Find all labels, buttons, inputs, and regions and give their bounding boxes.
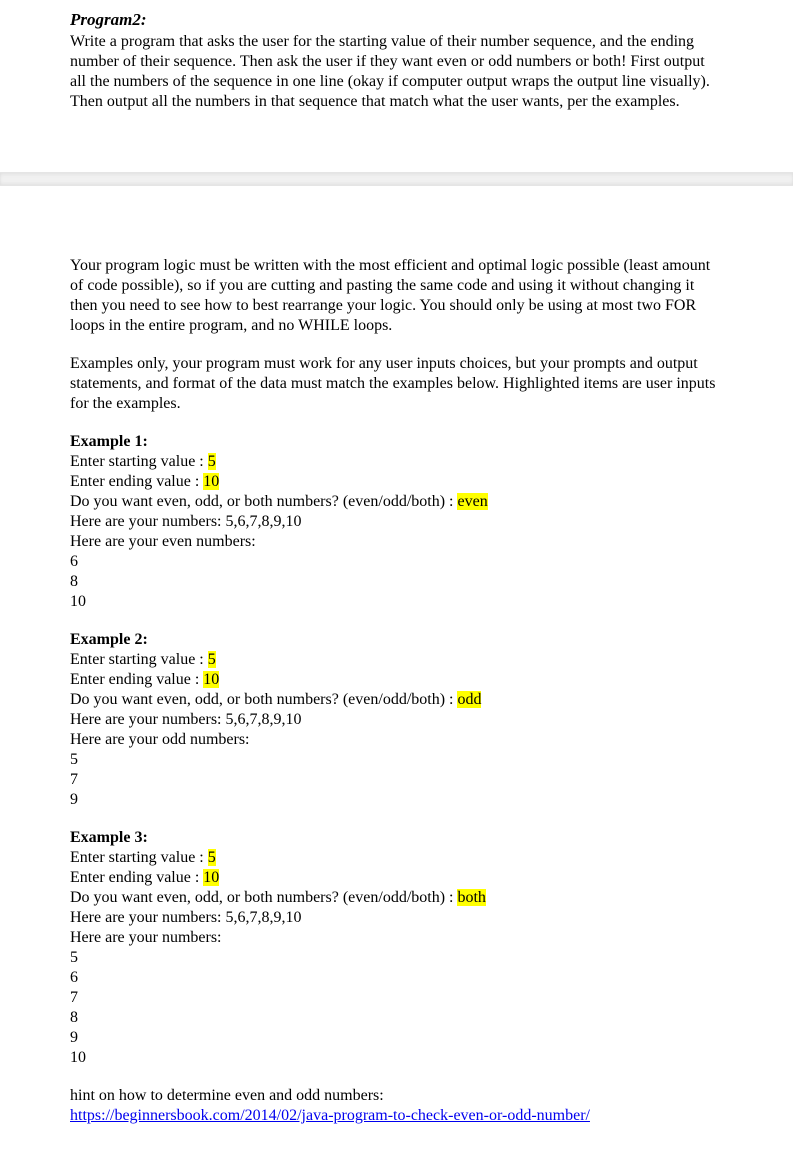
filter-line: Here are your numbers: — [70, 928, 723, 948]
start-prompt: Enter starting value : — [70, 849, 208, 866]
example-title: Example 1: — [70, 432, 723, 452]
end-prompt: Enter ending value : — [70, 671, 203, 688]
choice-prompt: Do you want even, odd, or both numbers? … — [70, 691, 457, 708]
output-value: 8 — [70, 1008, 723, 1028]
example-line: Enter ending value : 10 — [70, 868, 723, 888]
output-value: 10 — [70, 1048, 723, 1068]
user-input-highlight: even — [457, 493, 487, 510]
user-input-highlight: 5 — [208, 453, 216, 470]
user-input-highlight: both — [457, 889, 485, 906]
output-value: 8 — [70, 572, 723, 592]
page-divider — [0, 172, 793, 186]
output-value: 6 — [70, 968, 723, 988]
choice-prompt: Do you want even, odd, or both numbers? … — [70, 889, 457, 906]
example-title: Example 3: — [70, 828, 723, 848]
output-value: 9 — [70, 1028, 723, 1048]
hint-label: hint on how to determine even and odd nu… — [70, 1086, 723, 1106]
end-prompt: Enter ending value : — [70, 473, 203, 490]
output-value: 10 — [70, 592, 723, 612]
example-line: Do you want even, odd, or both numbers? … — [70, 492, 723, 512]
logic-paragraph: Your program logic must be written with … — [70, 256, 723, 336]
output-value: 9 — [70, 790, 723, 810]
output-value: 6 — [70, 552, 723, 572]
program-heading: Program2: — [70, 10, 723, 30]
example-line: Enter ending value : 10 — [70, 472, 723, 492]
user-input-highlight: odd — [457, 691, 481, 708]
output-value: 7 — [70, 988, 723, 1008]
user-input-highlight: 5 — [208, 849, 216, 866]
user-input-highlight: 10 — [203, 671, 219, 688]
bottom-section: Your program logic must be written with … — [0, 186, 793, 1166]
choice-prompt: Do you want even, odd, or both numbers? … — [70, 493, 457, 510]
user-input-highlight: 10 — [203, 869, 219, 886]
example-block: Example 3: Enter starting value : 5 Ente… — [70, 828, 723, 1068]
top-section: Program2: Write a program that asks the … — [0, 0, 793, 172]
examples-intro-paragraph: Examples only, your program must work fo… — [70, 354, 723, 414]
start-prompt: Enter starting value : — [70, 453, 208, 470]
example-block: Example 1: Enter starting value : 5 Ente… — [70, 432, 723, 612]
allnums-line: Here are your numbers: 5,6,7,8,9,10 — [70, 710, 723, 730]
filter-line: Here are your odd numbers: — [70, 730, 723, 750]
example-title: Example 2: — [70, 630, 723, 650]
example-line: Do you want even, odd, or both numbers? … — [70, 690, 723, 710]
program-description: Write a program that asks the user for t… — [70, 32, 723, 112]
user-input-highlight: 10 — [203, 473, 219, 490]
allnums-line: Here are your numbers: 5,6,7,8,9,10 — [70, 512, 723, 532]
output-value: 5 — [70, 948, 723, 968]
example-line: Enter starting value : 5 — [70, 452, 723, 472]
example-line: Enter ending value : 10 — [70, 670, 723, 690]
hint-block: hint on how to determine even and odd nu… — [70, 1086, 723, 1126]
user-input-highlight: 5 — [208, 651, 216, 668]
example-line: Enter starting value : 5 — [70, 848, 723, 868]
hint-link[interactable]: https://beginnersbook.com/2014/02/java-p… — [70, 1107, 590, 1124]
output-value: 5 — [70, 750, 723, 770]
output-value: 7 — [70, 770, 723, 790]
end-prompt: Enter ending value : — [70, 869, 203, 886]
allnums-line: Here are your numbers: 5,6,7,8,9,10 — [70, 908, 723, 928]
example-line: Do you want even, odd, or both numbers? … — [70, 888, 723, 908]
example-line: Enter starting value : 5 — [70, 650, 723, 670]
example-block: Example 2: Enter starting value : 5 Ente… — [70, 630, 723, 810]
start-prompt: Enter starting value : — [70, 651, 208, 668]
filter-line: Here are your even numbers: — [70, 532, 723, 552]
